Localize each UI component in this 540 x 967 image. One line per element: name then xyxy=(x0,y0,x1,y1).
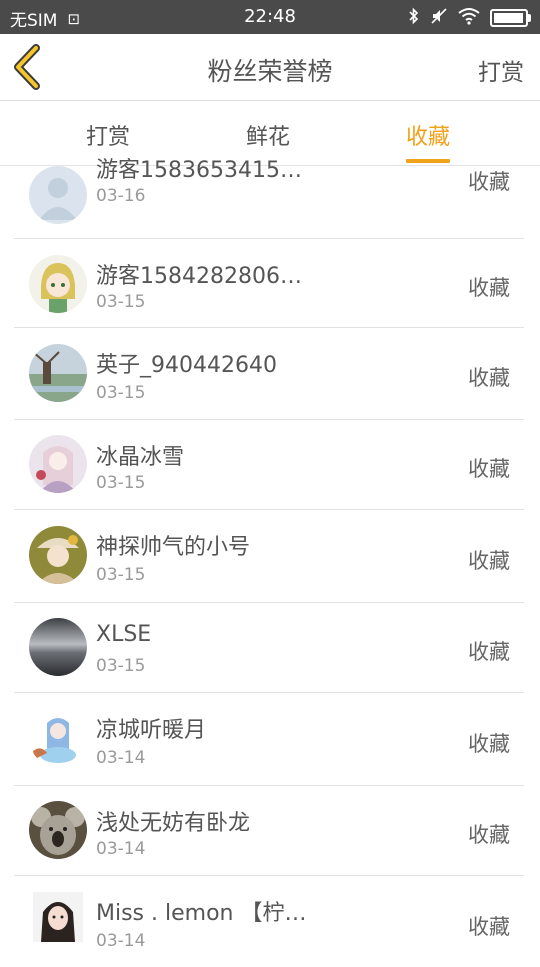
date-label: 03-14 xyxy=(96,931,146,951)
favorite-label: 收藏 xyxy=(468,732,510,756)
list-item[interactable]: 游客1583653415… 03-16 收藏 xyxy=(14,152,524,239)
favorite-label: 收藏 xyxy=(468,276,510,300)
avatar[interactable] xyxy=(29,801,87,859)
favorite-label: 收藏 xyxy=(468,549,510,573)
list-item[interactable]: 冰晶冰雪 03-15 收藏 xyxy=(14,419,524,510)
tab-reward[interactable]: 打赏 xyxy=(86,119,130,151)
favorite-label: 收藏 xyxy=(468,170,510,194)
avatar[interactable] xyxy=(29,435,87,493)
user-name: 游客1584282806… xyxy=(96,264,302,289)
avatar[interactable] xyxy=(29,166,87,224)
list-item[interactable]: 浅处无妨有卧龙 03-14 收藏 xyxy=(14,785,524,876)
list-item[interactable]: 凉城听暖月 03-14 收藏 xyxy=(14,692,524,786)
user-name: 神探帅气的小号 xyxy=(96,535,251,560)
header-bar: 粉丝荣誉榜 打赏 xyxy=(0,34,540,100)
tab-label: 收藏 xyxy=(406,125,451,150)
list-item[interactable]: 游客1584282806… 03-15 收藏 xyxy=(14,238,524,328)
tab-flowers[interactable]: 鲜花 xyxy=(246,119,290,151)
favorite-label: 收藏 xyxy=(468,640,510,664)
favorite-label: 收藏 xyxy=(468,823,510,847)
page-title: 粉丝荣誉榜 xyxy=(207,57,333,86)
date-label: 03-14 xyxy=(96,748,146,768)
bluetooth-icon xyxy=(408,7,420,29)
date-label: 03-15 xyxy=(96,565,146,585)
list-item[interactable]: 英子_940442640 03-15 收藏 xyxy=(14,327,524,420)
avatar[interactable] xyxy=(29,618,87,676)
status-bar: 无SIM ⊡ 22:48 xyxy=(0,0,540,34)
battery-fill xyxy=(494,13,523,23)
date-label: 03-16 xyxy=(96,186,146,206)
avatar[interactable] xyxy=(29,344,87,402)
user-name: 英子_940442640 xyxy=(96,353,277,378)
date-label: 03-15 xyxy=(96,383,146,403)
avatar[interactable] xyxy=(33,892,83,942)
favorite-label: 收藏 xyxy=(468,457,510,481)
user-name: 凉城听暖月 xyxy=(96,718,207,743)
user-name: Miss . lemon 【柠… xyxy=(96,901,307,926)
mute-icon xyxy=(430,7,448,29)
wifi-icon xyxy=(458,7,480,29)
list-item[interactable]: 神探帅气的小号 03-15 收藏 xyxy=(14,509,524,603)
tab-label: 打赏 xyxy=(86,125,131,150)
date-label: 03-14 xyxy=(96,839,146,859)
favorite-label: 收藏 xyxy=(468,915,510,939)
tab-label: 鲜花 xyxy=(246,125,291,150)
user-name: 冰晶冰雪 xyxy=(96,445,185,470)
user-name: 游客1583653415… xyxy=(96,158,302,183)
user-name: 浅处无妨有卧龙 xyxy=(96,811,251,836)
avatar[interactable] xyxy=(29,255,87,313)
list-item[interactable]: XLSE 03-15 收藏 xyxy=(14,602,524,693)
battery-icon xyxy=(490,9,531,27)
list-item[interactable]: Miss . lemon 【柠… 03-14 收藏 xyxy=(14,875,524,967)
reward-button[interactable]: 打赏 xyxy=(478,53,524,87)
favorite-label: 收藏 xyxy=(468,366,510,390)
avatar[interactable] xyxy=(29,709,87,767)
status-right xyxy=(408,7,531,29)
avatar[interactable] xyxy=(29,526,87,584)
date-label: 03-15 xyxy=(96,292,146,312)
date-label: 03-15 xyxy=(96,656,146,676)
date-label: 03-15 xyxy=(96,473,146,493)
user-name: XLSE xyxy=(96,622,152,647)
